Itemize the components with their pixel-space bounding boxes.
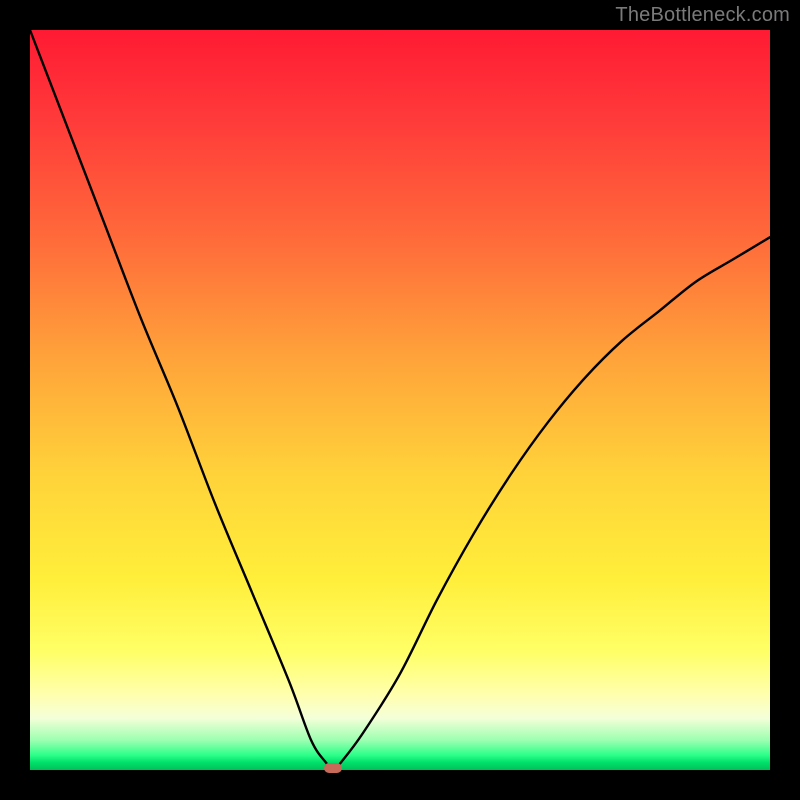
chart-frame: TheBottleneck.com: [0, 0, 800, 800]
min-marker: [324, 763, 342, 773]
plot-area: [30, 30, 770, 770]
watermark-text: TheBottleneck.com: [615, 4, 790, 27]
bottleneck-curve: [30, 30, 770, 770]
